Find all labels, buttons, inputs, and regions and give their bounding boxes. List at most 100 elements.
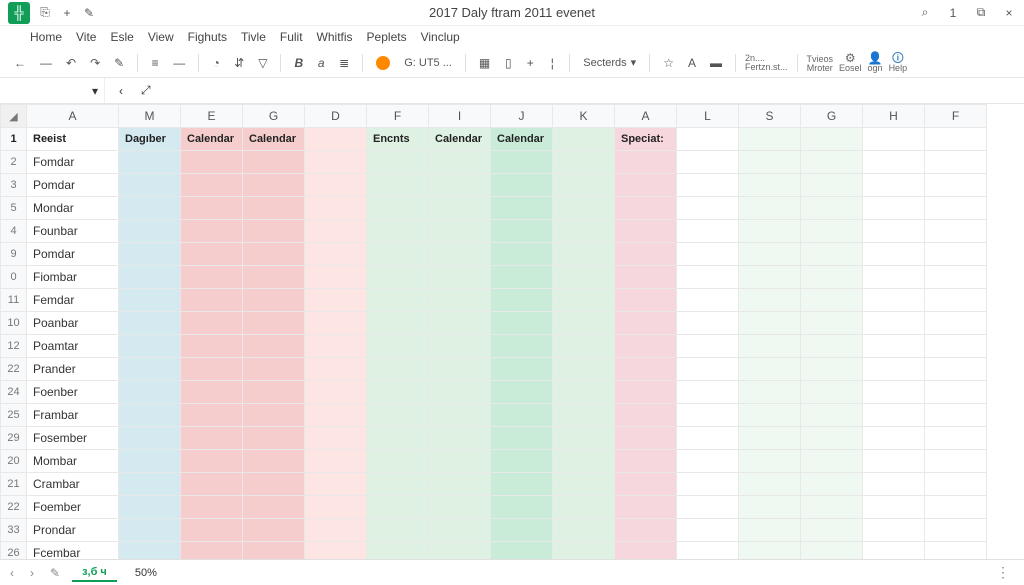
cell[interactable]: Calendar (491, 128, 553, 151)
cell[interactable] (925, 450, 987, 473)
cell[interactable] (801, 427, 863, 450)
cell[interactable] (925, 266, 987, 289)
cell[interactable] (739, 335, 801, 358)
redo-icon[interactable]: ↷ (86, 53, 104, 73)
cell[interactable] (553, 427, 615, 450)
cell[interactable] (615, 151, 677, 174)
cell[interactable] (305, 450, 367, 473)
column-header[interactable]: A (615, 105, 677, 128)
cell[interactable] (801, 197, 863, 220)
help-eosel[interactable]: ⚙Eosel (839, 52, 862, 73)
cell[interactable] (429, 542, 491, 560)
cell[interactable] (863, 381, 925, 404)
cell[interactable] (181, 519, 243, 542)
prev-sheet-icon[interactable]: ‹ (6, 564, 18, 582)
cell[interactable] (305, 404, 367, 427)
cell[interactable] (429, 496, 491, 519)
tab-1[interactable]: з,б ч (72, 564, 117, 582)
menu-esle[interactable]: Esle (110, 30, 133, 44)
cell[interactable]: Foenber (27, 381, 119, 404)
cell[interactable] (615, 289, 677, 312)
menu-vinclup[interactable]: Vinclup (421, 30, 460, 44)
cell[interactable] (491, 289, 553, 312)
cell[interactable] (491, 151, 553, 174)
cell[interactable]: Femdar (27, 289, 119, 312)
row-header[interactable]: 9 (1, 243, 27, 266)
cell[interactable] (119, 427, 181, 450)
cell[interactable] (863, 289, 925, 312)
column-header[interactable]: I (429, 105, 491, 128)
cell[interactable]: Mondar (27, 197, 119, 220)
cell[interactable] (677, 381, 739, 404)
help-tvieos[interactable]: TvieosMroter (807, 55, 834, 73)
cell[interactable] (491, 473, 553, 496)
cell[interactable] (677, 266, 739, 289)
cell[interactable] (181, 450, 243, 473)
cell[interactable] (863, 243, 925, 266)
dash-icon[interactable]: — (36, 53, 56, 73)
back-icon[interactable]: ‹ (119, 84, 123, 98)
cell[interactable] (367, 381, 429, 404)
row-header[interactable]: 4 (1, 220, 27, 243)
column-header[interactable]: E (181, 105, 243, 128)
cell[interactable] (677, 358, 739, 381)
tab-2[interactable]: 50% (125, 565, 167, 581)
cell[interactable] (367, 404, 429, 427)
cell[interactable] (677, 289, 739, 312)
cell[interactable] (615, 197, 677, 220)
cell[interactable] (119, 220, 181, 243)
cell[interactable] (243, 519, 305, 542)
cell[interactable] (863, 427, 925, 450)
cell[interactable] (739, 404, 801, 427)
cell[interactable] (367, 358, 429, 381)
cell[interactable] (181, 289, 243, 312)
cell[interactable] (367, 450, 429, 473)
cell[interactable] (801, 381, 863, 404)
doc-icon[interactable]: ⎘ (38, 6, 52, 20)
cell[interactable] (801, 404, 863, 427)
cell[interactable] (429, 473, 491, 496)
cell[interactable] (491, 519, 553, 542)
cell[interactable] (739, 381, 801, 404)
cell[interactable] (367, 243, 429, 266)
cell[interactable] (677, 542, 739, 560)
cell[interactable] (739, 243, 801, 266)
cell[interactable]: Speciat: (615, 128, 677, 151)
cell[interactable] (553, 151, 615, 174)
cell[interactable] (491, 358, 553, 381)
cell[interactable] (367, 289, 429, 312)
column-header[interactable]: D (305, 105, 367, 128)
cell[interactable] (119, 542, 181, 560)
cell[interactable] (801, 266, 863, 289)
arrow-left-icon[interactable]: ← (10, 53, 30, 73)
help-help[interactable]: 🛈Help (889, 52, 908, 73)
cell[interactable] (863, 335, 925, 358)
cell[interactable] (305, 151, 367, 174)
list-icon[interactable]: ≣ (335, 53, 353, 73)
cell[interactable] (491, 197, 553, 220)
cell[interactable] (801, 289, 863, 312)
cell[interactable]: Prondar (27, 519, 119, 542)
row-header[interactable]: 11 (1, 289, 27, 312)
column-header[interactable]: F (925, 105, 987, 128)
cell[interactable]: Mombar (27, 450, 119, 473)
cell[interactable] (925, 220, 987, 243)
cell[interactable] (305, 220, 367, 243)
cell[interactable] (801, 519, 863, 542)
cell[interactable] (677, 197, 739, 220)
cell[interactable] (739, 266, 801, 289)
cell[interactable]: Calendar (181, 128, 243, 151)
cell[interactable]: Poanbar (27, 312, 119, 335)
menu-view[interactable]: View (148, 30, 174, 44)
cell[interactable]: Foember (27, 496, 119, 519)
column-header[interactable]: H (863, 105, 925, 128)
cell[interactable]: Crambar (27, 473, 119, 496)
cell[interactable] (243, 542, 305, 560)
chevron-down-icon[interactable]: ▾ (92, 84, 98, 98)
cell[interactable] (491, 496, 553, 519)
cell[interactable] (181, 496, 243, 519)
cell[interactable] (491, 312, 553, 335)
row-header[interactable]: 3 (1, 174, 27, 197)
column-header[interactable]: A (27, 105, 119, 128)
cell[interactable] (367, 151, 429, 174)
